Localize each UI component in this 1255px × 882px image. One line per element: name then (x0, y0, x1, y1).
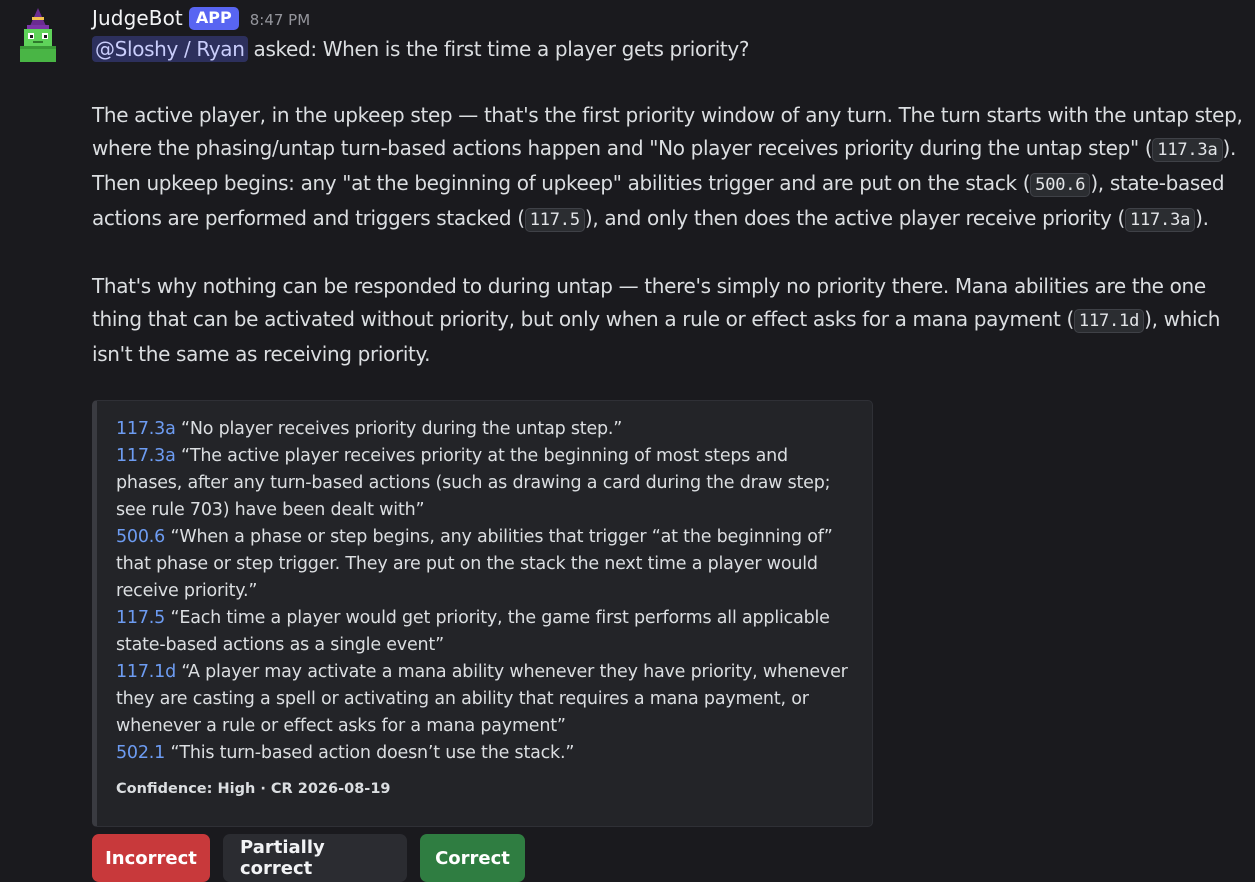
answer-paragraph-2: That's why nothing can be responded to d… (92, 270, 1252, 371)
rule-quote: “This turn-based action doesn’t use the … (165, 743, 575, 763)
feedback-buttons: Incorrect Partially correct Correct (92, 834, 525, 882)
citation-item: 117.3a “The active player receives prior… (116, 443, 851, 524)
rule-link[interactable]: 117.5 (116, 608, 165, 628)
rule-code: 117.5 (524, 208, 585, 232)
rule-link[interactable]: 117.1d (116, 662, 176, 682)
partially-correct-button[interactable]: Partially correct (223, 834, 407, 882)
bot-avatar[interactable] (16, 6, 60, 64)
green-wizard-robot-icon (20, 8, 56, 62)
citations-list: 117.3a “No player receives priority duri… (116, 416, 851, 767)
rule-quote: “A player may activate a mana ability wh… (116, 662, 848, 736)
rule-code: 117.3a (1152, 138, 1223, 162)
rule-link[interactable]: 117.3a (116, 446, 176, 466)
author-name[interactable]: JudgeBot (92, 6, 183, 30)
correct-button[interactable]: Correct (420, 834, 525, 882)
answer-text: That's why nothing can be responded to d… (92, 274, 1206, 331)
rule-link[interactable]: 500.6 (116, 527, 165, 547)
rule-quote: “When a phase or step begins, any abilit… (116, 527, 833, 601)
message-timestamp[interactable]: 8:47 PM (250, 11, 310, 29)
rule-link[interactable]: 502.1 (116, 743, 165, 763)
answer-paragraph-1: The active player, in the upkeep step — … (92, 99, 1252, 237)
rule-quote: “The active player receives priority at … (116, 446, 831, 520)
message-header: JudgeBot APP 8:47 PM (92, 4, 1255, 32)
app-badge: APP (188, 6, 239, 30)
message-content: JudgeBot APP 8:47 PM @Sloshy / Ryan aske… (92, 4, 1255, 371)
question-line: @Sloshy / Ryan asked: When is the first … (92, 33, 1252, 66)
question-text: asked: When is the first time a player g… (247, 37, 750, 61)
answer-text: The active player, in the upkeep step — … (92, 103, 1243, 160)
citation-item: 117.3a “No player receives priority duri… (116, 416, 851, 443)
user-mention[interactable]: @Sloshy / Ryan (92, 36, 248, 62)
citation-item: 502.1 “This turn-based action doesn’t us… (116, 740, 851, 767)
citation-item: 117.1d “A player may activate a mana abi… (116, 659, 851, 740)
rule-quote: “Each time a player would get priority, … (116, 608, 830, 655)
incorrect-button[interactable]: Incorrect (92, 834, 210, 882)
chat-message: JudgeBot APP 8:47 PM @Sloshy / Ryan aske… (0, 0, 1255, 882)
rule-link[interactable]: 117.3a (116, 419, 176, 439)
embed-footer: Confidence: High · CR 2026-08-19 (116, 781, 391, 797)
rule-quote: “No player receives priority during the … (175, 419, 623, 439)
citations-embed: 117.3a “No player receives priority duri… (92, 400, 873, 827)
rule-code: 500.6 (1030, 173, 1091, 197)
answer-text: ). (1195, 206, 1209, 230)
rule-code: 117.3a (1124, 208, 1196, 232)
rule-code: 117.1d (1073, 309, 1145, 333)
answer-text: ), and only then does the active player … (584, 206, 1125, 230)
citation-item: 117.5 “Each time a player would get prio… (116, 605, 851, 659)
citation-item: 500.6 “When a phase or step begins, any … (116, 524, 851, 605)
